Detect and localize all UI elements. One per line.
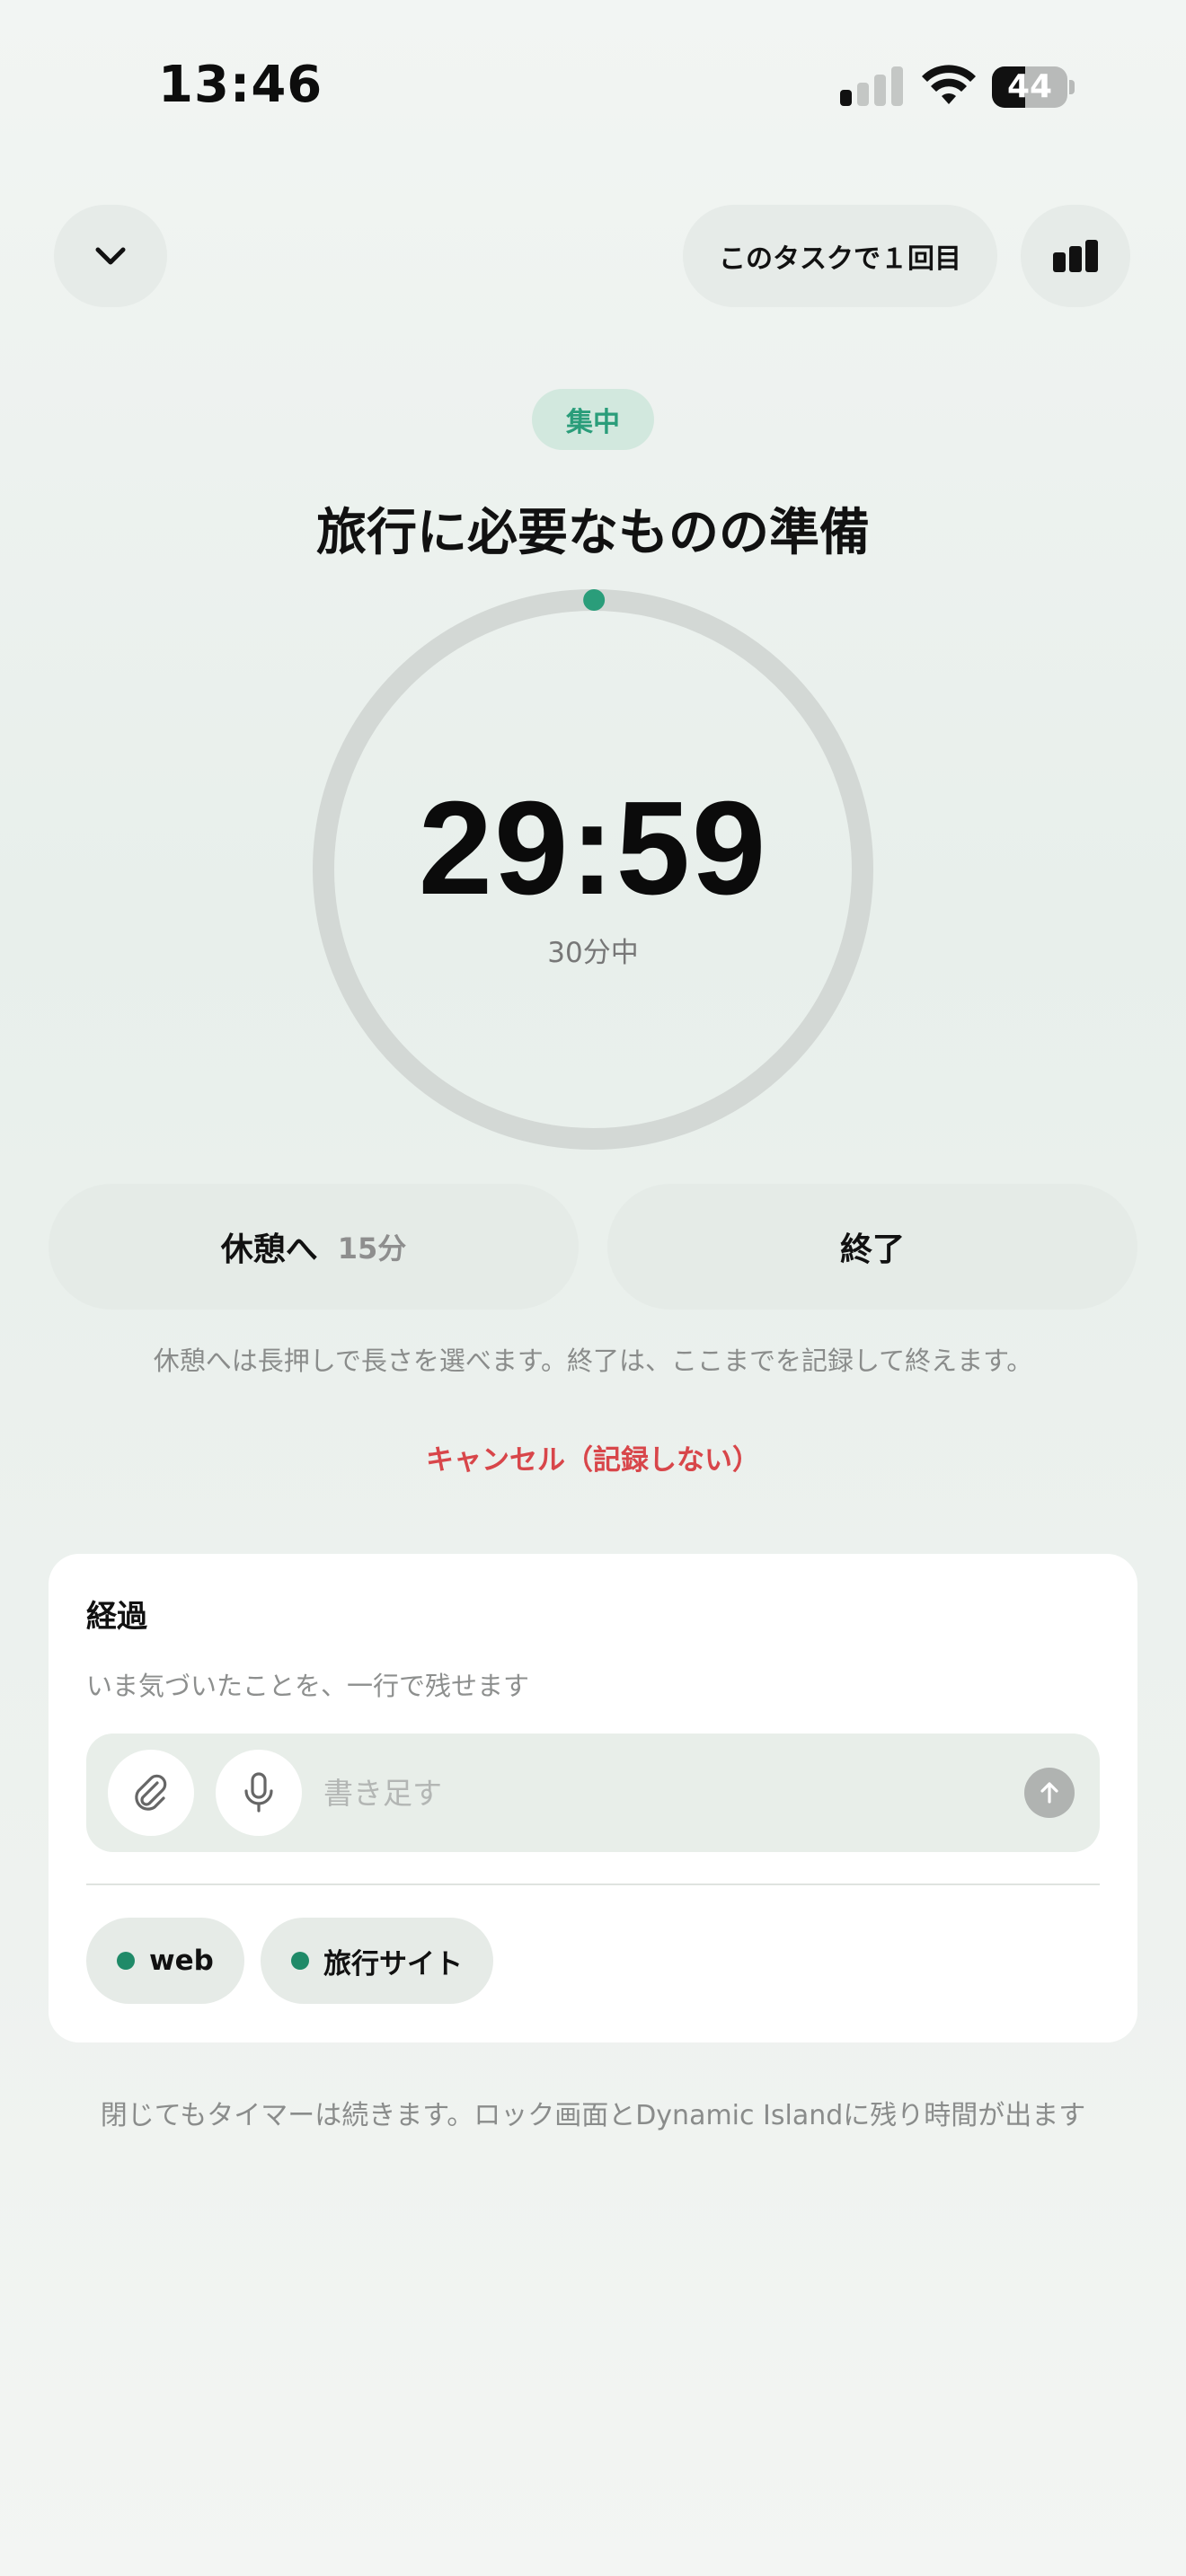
battery-level: 44 — [1006, 68, 1053, 105]
microphone-button[interactable] — [216, 1750, 302, 1836]
progress-card-title: 経過 — [86, 1599, 147, 1635]
paperclip-icon — [135, 1774, 167, 1811]
collapse-button[interactable] — [54, 205, 167, 307]
microphone-icon — [244, 1772, 273, 1813]
card-divider — [86, 1883, 1100, 1885]
chevron-down-icon — [95, 247, 126, 265]
action-hint: 休憩へは長押しで長さを選べます。終了は、ここまでを記録して終えます。 — [153, 1345, 1033, 1376]
break-button[interactable]: 休憩へ 15分 — [49, 1184, 579, 1310]
note-input[interactable] — [323, 1757, 1006, 1829]
tag-dot — [117, 1952, 135, 1970]
wifi-icon — [922, 65, 976, 104]
tag-label: 旅行サイト — [323, 1947, 463, 1981]
end-button[interactable]: 終了 — [607, 1184, 1137, 1310]
tag-chip-travel-site[interactable]: 旅行サイト — [261, 1918, 493, 2004]
status-time: 13:46 — [158, 56, 323, 114]
break-button-label: 休憩へ — [220, 1231, 318, 1268]
cancel-button[interactable]: キャンセル（記録しない） — [0, 1437, 1186, 1478]
tag-dot — [291, 1952, 309, 1970]
cellular-signal-icon — [840, 66, 903, 106]
battery-icon: 44 — [992, 66, 1075, 108]
arrow-up-icon — [1040, 1782, 1058, 1804]
progress-card-subtitle: いま気づいたことを、一行で残せます — [86, 1671, 530, 1701]
footer-note: 閉じてもタイマーは続きます。ロック画面とDynamic Islandに残り時間が… — [100, 2100, 1086, 2131]
mode-badge: 集中 — [532, 389, 654, 450]
send-button[interactable] — [1024, 1768, 1075, 1818]
tag-label: web — [149, 1945, 214, 1977]
attach-button[interactable] — [108, 1750, 194, 1836]
break-duration: 15分 — [337, 1231, 407, 1266]
task-title: 旅行に必要なものの準備 — [316, 504, 870, 562]
stats-button[interactable] — [1021, 205, 1130, 307]
timer-total: 30分中 — [547, 937, 639, 969]
bar-chart-icon — [1053, 240, 1098, 272]
session-count-pill[interactable]: このタスクで１回目 — [683, 205, 997, 307]
timer-progress-indicator — [583, 589, 606, 612]
tag-chip-web[interactable]: web — [86, 1918, 244, 2004]
timer-remaining: 29:59 — [418, 774, 768, 922]
